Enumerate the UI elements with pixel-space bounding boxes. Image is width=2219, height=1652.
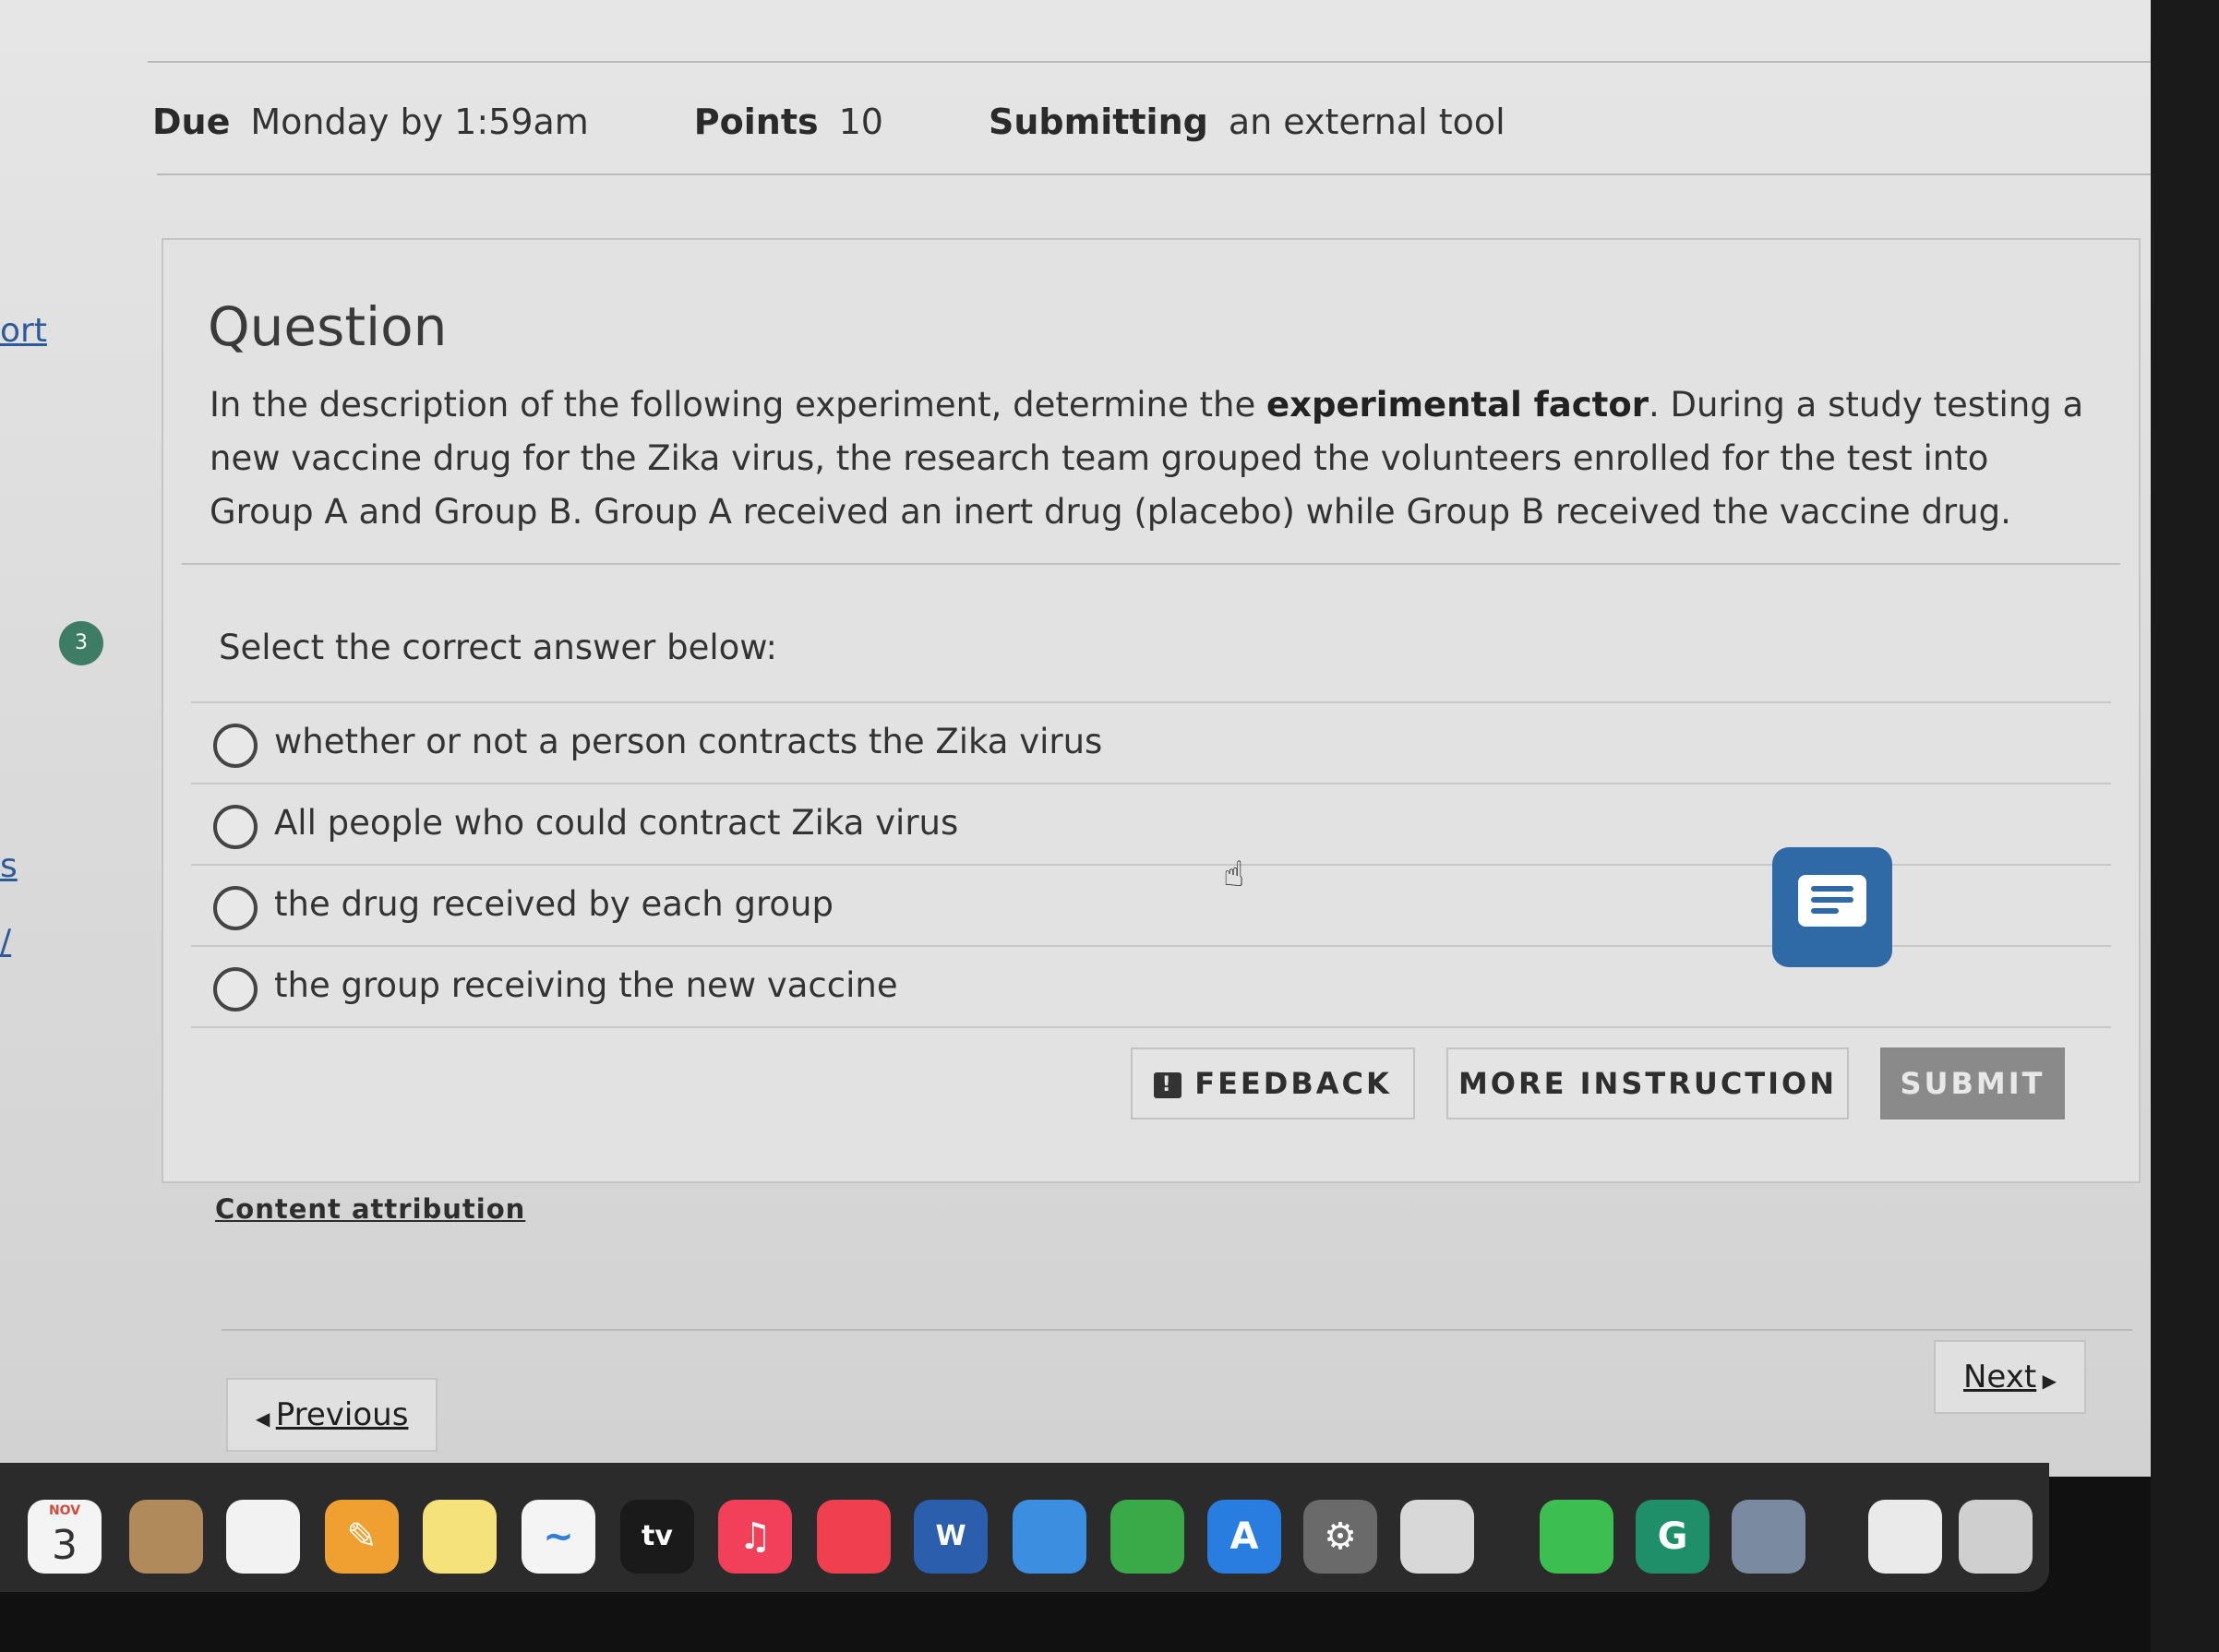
question-title: Question	[208, 295, 448, 358]
hand-cursor-icon: ☝	[1223, 854, 1245, 894]
due-value: Monday by 1:59am	[250, 102, 589, 142]
apple-tv-icon[interactable]: tv	[620, 1500, 694, 1574]
sidebar-link-partial[interactable]: ort	[0, 312, 47, 350]
system-settings-icon[interactable]: ⚙	[1303, 1500, 1377, 1574]
radio-button[interactable]	[213, 886, 258, 930]
submit-button[interactable]: SUBMIT	[1880, 1047, 2065, 1119]
numbers-icon[interactable]	[1110, 1500, 1184, 1574]
submitting-value: an external tool	[1228, 102, 1505, 142]
question-divider	[182, 563, 2120, 565]
music-icon[interactable]: ♫	[718, 1500, 792, 1574]
trash-icon[interactable]	[1959, 1500, 2033, 1574]
answer-option-label: All people who could contract Zika virus	[274, 803, 959, 843]
contacts-icon[interactable]	[129, 1500, 203, 1574]
more-instruction-button[interactable]: MORE INSTRUCTION	[1446, 1047, 1849, 1119]
select-answer-label: Select the correct answer below:	[219, 628, 777, 667]
whatsapp-icon[interactable]	[1540, 1500, 1613, 1574]
grammarly-icon[interactable]: G	[1636, 1500, 1709, 1574]
browser-screen: Due Monday by 1:59am Points 10 Submitting an …	[0, 0, 2151, 1477]
footer-divider	[222, 1329, 2132, 1331]
caret-right-icon: ▶	[2036, 1370, 2057, 1392]
reminders-icon[interactable]	[226, 1500, 300, 1574]
keynote-icon[interactable]	[1013, 1500, 1086, 1574]
sidebar-link-partial-3[interactable]: /	[0, 923, 11, 961]
preview-icon[interactable]	[1732, 1500, 1805, 1574]
submitting-label: Submitting	[988, 102, 1208, 142]
pages-icon[interactable]: ✎	[325, 1500, 399, 1574]
laptop-bezel	[2151, 0, 2219, 1652]
points-value: 10	[838, 102, 883, 142]
answer-option-label: the group receiving the new vaccine	[274, 965, 898, 1005]
notification-badge: 3	[59, 621, 103, 665]
answer-option-label: whether or not a person contracts the Zi…	[274, 722, 1103, 761]
feedback-button[interactable]: ! FEEDBACK	[1131, 1047, 1415, 1119]
calendar-icon[interactable]: NOV 3	[28, 1500, 102, 1574]
radio-button[interactable]	[213, 805, 258, 849]
previous-button[interactable]: ◀ Previous	[226, 1378, 438, 1452]
chat-icon	[1798, 875, 1866, 927]
question-text: In the description of the following expe…	[210, 385, 2084, 532]
chat-button[interactable]	[1772, 847, 1892, 967]
radio-button[interactable]	[213, 967, 258, 1012]
radio-button[interactable]	[213, 724, 258, 768]
answer-option-1[interactable]: whether or not a person contracts the Zi…	[191, 701, 2111, 783]
feedback-icon: !	[1154, 1072, 1182, 1098]
answer-option-label: the drug received by each group	[274, 884, 834, 924]
caret-left-icon: ◀	[256, 1407, 276, 1430]
next-button[interactable]: Next ▶	[1934, 1340, 2086, 1414]
due-label: Due	[152, 102, 231, 142]
notes-icon[interactable]	[423, 1500, 497, 1574]
question-card: Question In the description of the follo…	[162, 238, 2141, 1183]
meta-divider	[157, 174, 2151, 175]
assignment-meta: Due Monday by 1:59am Points 10 Submitting an …	[152, 102, 1526, 142]
top-divider	[148, 61, 2151, 63]
iphone-mirroring-icon[interactable]	[1400, 1500, 1474, 1574]
freeform-icon[interactable]: ~	[522, 1500, 595, 1574]
documents-icon[interactable]	[1868, 1500, 1942, 1574]
points-label: Points	[693, 102, 819, 142]
word-icon[interactable]: W	[914, 1500, 988, 1574]
app-store-icon[interactable]: A	[1207, 1500, 1281, 1574]
question-bold-term: experimental factor	[1266, 385, 1649, 425]
sidebar-link-partial-2[interactable]: s	[0, 847, 18, 885]
news-icon[interactable]	[817, 1500, 891, 1574]
content-attribution-link[interactable]: Content attribution	[215, 1193, 525, 1225]
